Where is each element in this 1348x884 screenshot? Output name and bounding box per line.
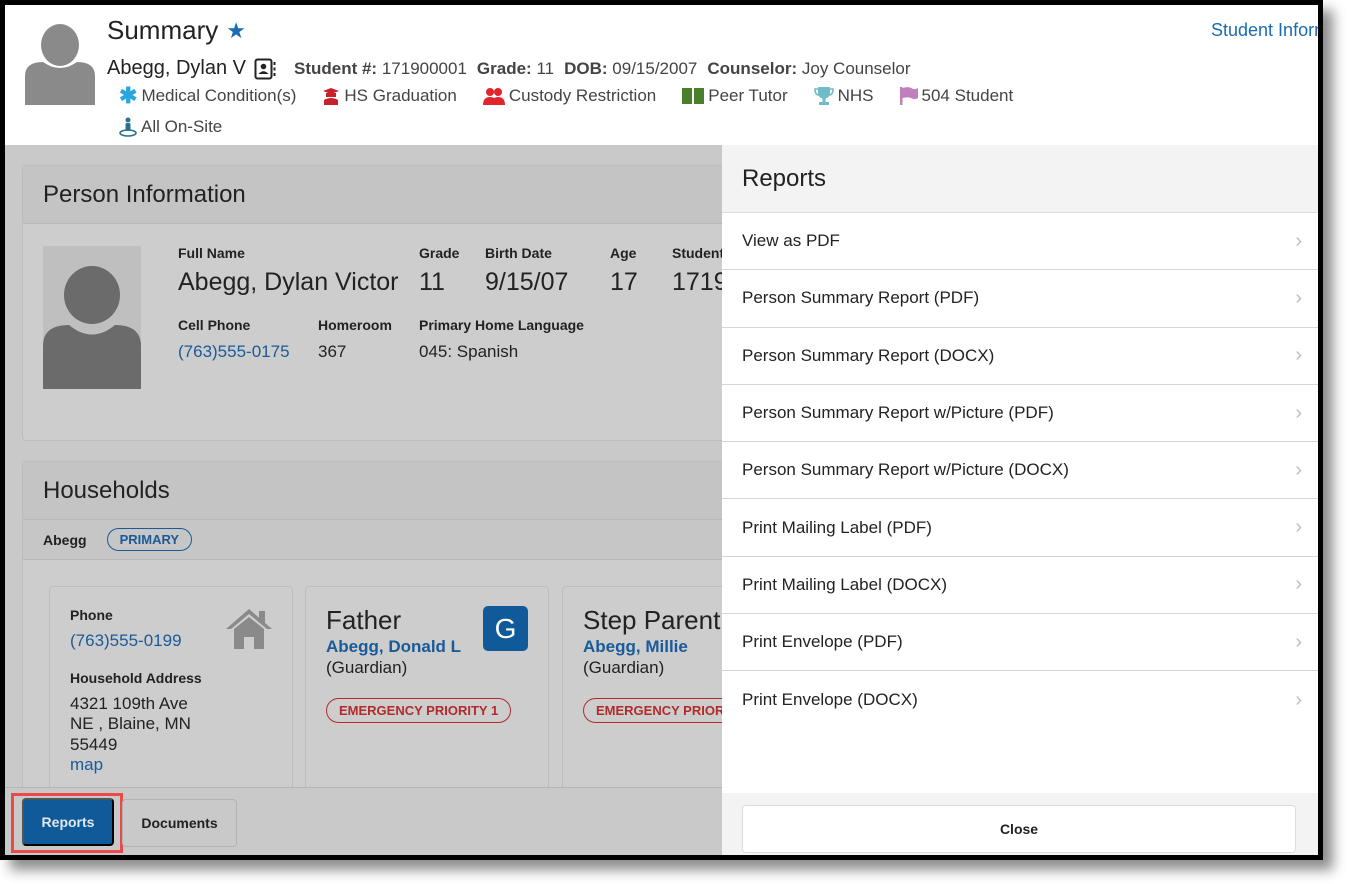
screenshot-frame: Summary ★ Student Inform Abegg, Dylan V … (0, 0, 1323, 860)
student-dob: DOB: 09/15/2007 (564, 58, 698, 78)
student-name: Abegg, Dylan V (107, 57, 246, 79)
student-meta-row: Abegg, Dylan V Student #: 171900001 Grad… (107, 57, 921, 80)
trophy-icon (813, 87, 834, 105)
full-name-value: Abegg, Dylan Victor (178, 268, 399, 296)
report-item-envelope-docx[interactable]: Print Envelope (DOCX) › (722, 671, 1318, 728)
flag-504-student[interactable]: 504 Student (899, 85, 1013, 107)
member-name-link[interactable]: Abegg, Millie (583, 637, 688, 657)
flag-nhs[interactable]: NHS (813, 85, 874, 107)
flag-hs-graduation[interactable]: HS Graduation (322, 85, 457, 107)
report-item-person-summary-picture-docx[interactable]: Person Summary Report w/Picture (DOCX) › (722, 442, 1318, 500)
cell-phone-link[interactable]: (763)555-0175 (178, 342, 290, 362)
household-name: Abegg (43, 531, 87, 548)
student-number: Student #: 171900001 (293, 58, 467, 78)
household-header: Abegg PRIMARY (23, 520, 741, 560)
chevron-right-icon: › (1295, 630, 1302, 653)
guardian-badge: G (483, 606, 528, 651)
report-item-person-summary-pdf[interactable]: Person Summary Report (PDF) › (722, 270, 1318, 328)
drawer-title: Reports (722, 145, 1318, 213)
primary-badge: PRIMARY (106, 528, 193, 551)
chevron-right-icon: › (1295, 458, 1302, 481)
report-list: View as PDF › Person Summary Report (PDF)… (722, 213, 1318, 729)
homeroom-value: 367 (318, 342, 347, 361)
drawer-footer: Close (722, 793, 1318, 855)
address-line: 4321 109th Ave (70, 694, 188, 713)
household-address-label: Household Address (70, 670, 202, 686)
map-link[interactable]: map (70, 755, 103, 775)
student-number-value: 1719 (672, 268, 728, 296)
users-icon (482, 88, 505, 105)
student-number-label: Student (672, 245, 725, 261)
flag-custody-restriction[interactable]: Custody Restriction (482, 85, 656, 107)
member-role: Father (326, 605, 402, 635)
flag-peer-tutor[interactable]: Peer Tutor (682, 85, 788, 107)
student-information-link[interactable]: Student Inform (1211, 20, 1318, 41)
flag-list: ✱ Medical Condition(s) HS Graduation Cus… (119, 85, 1013, 107)
grade-value: 11 (419, 268, 445, 296)
emergency-priority-badge: EMERGENCY PRIORITY 1 (326, 698, 512, 723)
graduation-icon (323, 88, 340, 105)
member-relation: (Guardian) (326, 658, 408, 677)
panel-title: Person Information (23, 166, 741, 224)
age-value: 17 (610, 268, 638, 296)
person-information-panel: Person Information Full Name Abegg, Dyla… (22, 165, 742, 441)
birth-date-value: 9/15/07 (485, 268, 569, 296)
flag-medical[interactable]: ✱ Medical Condition(s) (119, 85, 296, 107)
address-line: 55449 (70, 735, 118, 754)
household-phone-link[interactable]: (763)555-0199 (70, 631, 182, 651)
report-item-envelope-pdf[interactable]: Print Envelope (PDF) › (722, 614, 1318, 672)
report-item-view-as-pdf[interactable]: View as PDF › (722, 213, 1318, 271)
chevron-right-icon: › (1295, 344, 1302, 367)
book-icon (682, 88, 705, 104)
chevron-right-icon: › (1295, 401, 1302, 424)
report-item-person-summary-picture-pdf[interactable]: Person Summary Report w/Picture (PDF) › (722, 385, 1318, 443)
flag-icon (899, 87, 918, 105)
full-name-label: Full Name (178, 245, 245, 261)
language-value: 045: Spanish (419, 342, 519, 361)
student-grade: Grade: 11 (476, 58, 555, 78)
app-screen: Summary ★ Student Inform Abegg, Dylan V … (5, 5, 1318, 855)
birth-date-label: Birth Date (485, 245, 552, 261)
age-label: Age (610, 245, 637, 261)
person-photo-icon (43, 246, 141, 389)
chevron-right-icon: › (1295, 573, 1302, 596)
grade-label: Grade (419, 245, 460, 261)
chevron-right-icon: › (1295, 688, 1302, 711)
avatar-icon (25, 18, 95, 105)
documents-button[interactable]: Documents (122, 799, 237, 847)
cell-phone-label: Cell Phone (178, 317, 251, 333)
report-item-mailing-label-docx[interactable]: Print Mailing Label (DOCX) › (722, 557, 1318, 615)
member-relation: (Guardian) (583, 658, 665, 677)
person-location-icon (119, 117, 137, 137)
households-panel: Households Abegg PRIMARY Phone (763)555-… (22, 461, 806, 826)
emergency-priority-badge: EMERGENCY PRIORI (583, 698, 741, 723)
student-header: Summary ★ Student Inform Abegg, Dylan V … (5, 5, 1318, 145)
chevron-right-icon: › (1295, 229, 1302, 252)
page-title: Summary ★ (107, 15, 246, 45)
panel-title: Households (23, 462, 741, 520)
home-icon (226, 607, 272, 654)
contact-card-icon[interactable] (254, 58, 276, 80)
reports-button[interactable]: Reports (22, 798, 114, 846)
action-bar: Reports Documents (5, 787, 722, 855)
report-item-mailing-label-pdf[interactable]: Print Mailing Label (PDF) › (722, 499, 1318, 557)
homeroom-label: Homeroom (318, 317, 392, 333)
reports-drawer: Reports View as PDF › Person Summary Repo… (722, 145, 1318, 855)
student-counselor: Counselor: Joy Counselor (707, 58, 911, 78)
report-item-person-summary-docx[interactable]: Person Summary Report (DOCX) › (722, 328, 1318, 385)
member-role: Step Parent (583, 605, 721, 635)
member-name-link[interactable]: Abegg, Donald L (326, 637, 461, 657)
phone-label: Phone (70, 607, 113, 623)
close-button[interactable]: Close (742, 805, 1296, 853)
favorite-star-icon[interactable]: ★ (226, 18, 246, 44)
chevron-right-icon: › (1295, 286, 1302, 309)
address-line: NE , Blaine, MN (70, 714, 191, 733)
language-label: Primary Home Language (419, 317, 584, 333)
chevron-right-icon: › (1295, 516, 1302, 539)
flag-all-on-site[interactable]: All On-Site (119, 117, 222, 137)
asterisk-icon: ✱ (119, 83, 138, 108)
